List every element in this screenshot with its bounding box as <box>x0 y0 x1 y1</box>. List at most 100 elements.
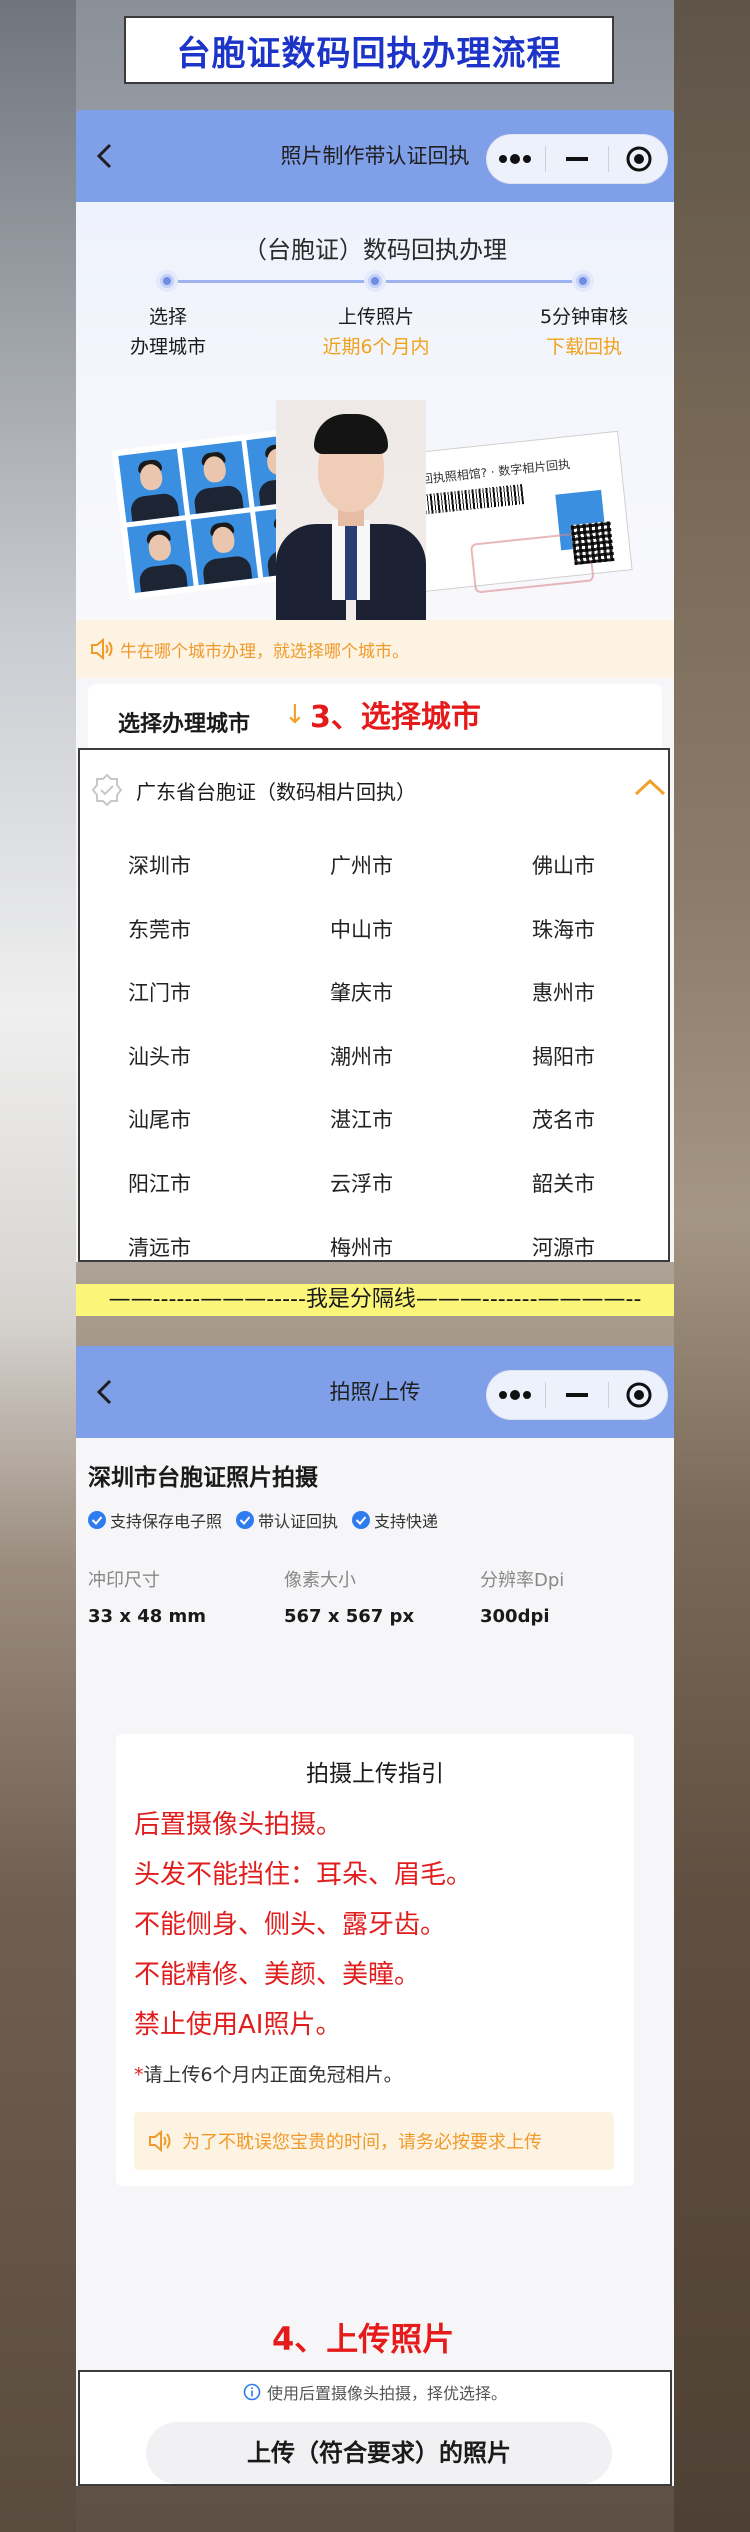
qr-code-graphic <box>570 521 615 566</box>
spec-label: 分辨率Dpi <box>480 1570 565 1591</box>
more-button[interactable] <box>490 1375 540 1415</box>
feature-badge-label: 支持保存电子照 <box>110 1512 223 1531</box>
city-item[interactable]: 河源市 <box>532 1232 652 1262</box>
shooting-guide-card: 拍摄上传指引 后置摄像头拍摄。 头发不能挡住：耳朵、眉毛。 不能侧身、侧头、露牙… <box>116 1734 634 2186</box>
step-3-subtitle: 下载回执 <box>545 336 622 358</box>
step-1: 选择 办理城市 <box>88 302 248 362</box>
feature-badge: 带认证回执 <box>236 1508 338 1532</box>
city-item[interactable]: 珠海市 <box>532 914 652 944</box>
minimize-button[interactable] <box>552 139 602 179</box>
close-program-button[interactable] <box>614 139 664 179</box>
spec-label: 像素大小 <box>284 1570 356 1591</box>
mini-photo <box>127 519 194 593</box>
tip-text: 为了不耽误您宝贵的时间，请务必按要求上传 <box>182 2132 542 2153</box>
notice-bar: 牛在哪个城市办理，就选择哪个城市。 <box>76 620 674 678</box>
city-item[interactable]: 中山市 <box>330 914 450 944</box>
check-circle-icon <box>236 1511 255 1529</box>
city-item[interactable]: 湛江市 <box>330 1104 450 1134</box>
annotation-step-3: 3、选择城市 <box>310 700 481 735</box>
capsule-divider <box>607 146 609 172</box>
city-item[interactable]: 云浮市 <box>330 1168 450 1198</box>
city-item[interactable]: 汕头市 <box>128 1041 248 1071</box>
upload-section: 使用后置摄像头拍摄，择优选择。 上传（符合要求）的照片 <box>78 2370 672 2486</box>
background-left <box>0 0 76 2532</box>
feature-badge-label: 带认证回执 <box>258 1512 339 1531</box>
guide-note: *请上传6个月内正面免冠相片。 <box>134 2060 403 2087</box>
city-item[interactable]: 揭阳市 <box>532 1041 652 1071</box>
spec-value: 567 x 567 px <box>284 1606 415 1627</box>
city-item[interactable]: 广州市 <box>330 850 450 880</box>
more-dots-icon <box>498 154 531 164</box>
city-item[interactable]: 惠州市 <box>532 977 652 1007</box>
page-title: 台胞证数码回执办理流程 <box>176 33 562 74</box>
page-title-box: 台胞证数码回执办理流程 <box>124 16 614 84</box>
target-circle-icon <box>626 1382 652 1408</box>
city-item[interactable]: 肇庆市 <box>330 977 450 1007</box>
step-dot-1 <box>156 270 178 292</box>
speaker-icon <box>91 638 113 660</box>
guide-title: 拍摄上传指引 <box>306 1761 444 1787</box>
info-icon <box>243 2383 261 2401</box>
feature-badges: 支持保存电子照 带认证回执 支持快递 <box>88 1508 438 1532</box>
tip-bar: 为了不耽误您宝贵的时间，请务必按要求上传 <box>134 2112 614 2170</box>
step-2-title: 上传照片 <box>337 306 414 328</box>
background-right <box>674 0 750 2532</box>
more-dots-icon <box>498 1390 531 1400</box>
speaker-icon <box>149 2130 171 2152</box>
feature-badge: 支持快递 <box>352 1508 438 1532</box>
city-item[interactable]: 韶关市 <box>532 1168 652 1198</box>
city-item[interactable]: 潮州市 <box>330 1041 450 1071</box>
step-dot-3 <box>572 270 594 292</box>
close-program-button[interactable] <box>614 1375 664 1415</box>
upload-hint: 使用后置摄像头拍摄，择优选择。 <box>80 2380 670 2404</box>
hero-heading: （台胞证）数码回执办理 <box>243 236 507 264</box>
guide-rule: 不能侧身、侧头、露牙齿。 <box>134 1910 447 1940</box>
spec-value: 300dpi <box>480 1606 550 1627</box>
upload-photo-button[interactable]: 上传（符合要求）的照片 <box>146 2422 612 2484</box>
feature-badge: 支持保存电子照 <box>88 1508 222 1532</box>
province-label: 广东省台胞证（数码相片回执） <box>136 779 416 804</box>
receipt-text: 回执照相馆? · 数字相片回执 <box>420 457 571 487</box>
more-button[interactable] <box>490 139 540 179</box>
annotation-step-4: 4、上传照片 <box>272 2320 455 2358</box>
required-star: * <box>134 2064 144 2086</box>
step-2: 上传照片 近期6个月内 <box>296 302 456 362</box>
mini-photo <box>182 440 250 515</box>
mini-program-capsule <box>486 1370 668 1420</box>
city-item[interactable]: 江门市 <box>128 977 248 1007</box>
upload-hint-text: 使用后置摄像头拍摄，择优选择。 <box>266 2384 507 2403</box>
capsule-divider <box>607 1382 609 1408</box>
barcode-graphic <box>422 484 525 515</box>
guide-rule: 不能精修、美颜、美瞳。 <box>134 1960 421 1990</box>
province-row[interactable]: 广东省台胞证（数码相片回执） <box>80 750 668 830</box>
city-item[interactable]: 茂名市 <box>532 1104 652 1134</box>
target-circle-icon <box>626 146 652 172</box>
city-item[interactable]: 阳江市 <box>128 1168 248 1198</box>
check-circle-icon <box>352 1511 371 1529</box>
city-item[interactable]: 梅州市 <box>330 1232 450 1262</box>
city-item[interactable]: 汕尾市 <box>128 1104 248 1134</box>
separator-bar: ——------———-----我是分隔线———-------————-- <box>76 1284 674 1316</box>
capsule-divider <box>545 146 547 172</box>
city-list-panel: 广东省台胞证（数码相片回执） 深圳市 广州市 佛山市 东莞市 中山市 珠海市 江… <box>78 748 670 1262</box>
city-item[interactable]: 清远市 <box>128 1232 248 1262</box>
navbar: 照片制作带认证回执 <box>76 110 674 202</box>
city-item[interactable]: 佛山市 <box>532 850 652 880</box>
city-item[interactable]: 深圳市 <box>128 850 248 880</box>
city-item[interactable]: 东莞市 <box>128 914 248 944</box>
step-dot-2 <box>364 270 386 292</box>
capsule-divider <box>545 1382 547 1408</box>
select-city-label: 选择办理城市 <box>118 712 251 737</box>
guide-rule: 头发不能挡住：耳朵、眉毛。 <box>134 1860 473 1890</box>
guide-note-text: 请上传6个月内正面免冠相片。 <box>143 2064 403 2086</box>
minimize-button[interactable] <box>552 1375 602 1415</box>
step-2-subtitle: 近期6个月内 <box>322 336 430 358</box>
minus-icon <box>565 157 588 161</box>
hero-section: （台胞证）数码回执办理 选择 办理城市 上传照片 近期6个月内 5分钟审核 下载… <box>76 202 674 622</box>
screen-select-city: 照片制作带认证回执 （台胞证）数码回执办理 选择 办理城市 上传照片 近期6个月… <box>76 110 674 1262</box>
notice-text: 牛在哪个城市办理，就选择哪个城市。 <box>120 641 409 662</box>
spec-label: 冲印尺寸 <box>88 1570 160 1591</box>
mini-photo <box>118 448 186 522</box>
guide-rule: 禁止使用AI照片。 <box>134 2010 342 2040</box>
feature-badge-label: 支持快递 <box>374 1512 439 1531</box>
